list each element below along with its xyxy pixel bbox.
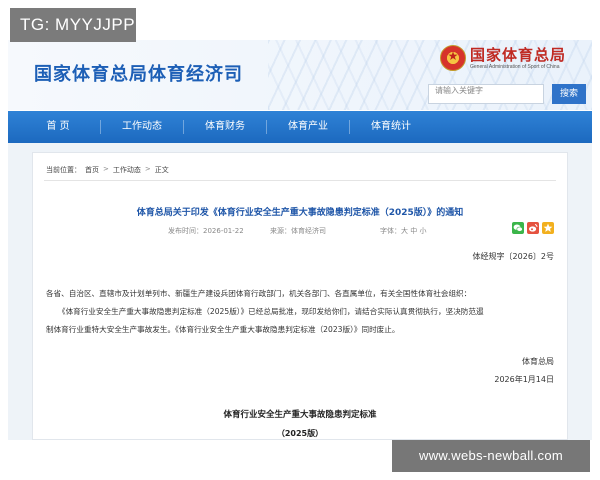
article-paragraph: 制体育行业重特大安全生产事故发生。《体育行业安全生产重大事故隐患判定标准（202… [46, 325, 400, 334]
font-size-switcher[interactable]: 字体：大 中 小 [380, 226, 426, 236]
main-nav: 首 页 工作动态 体育财务 体育产业 体育统计 [8, 111, 592, 143]
article-paragraph: 《体育行业安全生产重大事故隐患判定标准（2025版）》已经总局批准，现印发给你们… [58, 307, 484, 316]
watermark-url: www.webs-newball.com [392, 440, 590, 472]
search-input[interactable]: 请输入关键字 [428, 84, 544, 104]
breadcrumb-divider [44, 180, 556, 181]
site-title[interactable]: 国家体育总局体育经济司 [34, 60, 243, 86]
nav-item-sports-statistics[interactable]: 体育统计 [350, 111, 432, 143]
breadcrumb-home-link[interactable]: 首页 [85, 165, 99, 175]
article-paragraph: 各省、自治区、直辖市及计划单列市、新疆生产建设兵团体育行政部门，机关各部门、各直… [46, 289, 472, 298]
logo-english-text: General Administration of Sport of China [470, 64, 560, 70]
nav-item-sports-finance[interactable]: 体育财务 [184, 111, 266, 143]
logo-text[interactable]: 国家体育总局 [470, 44, 566, 65]
wechat-icon[interactable] [512, 222, 524, 234]
national-emblem-icon [440, 45, 466, 71]
annex-subtitle: （2025版） [276, 429, 324, 438]
breadcrumb-separator: > [103, 165, 109, 173]
search-button[interactable]: 搜索 [552, 84, 586, 104]
breadcrumb-current: 正文 [154, 166, 169, 174]
signing-date: 2026年1月14日 [494, 375, 554, 384]
site-header: 国家体育总局体育经济司 国家体育总局 General Administratio… [8, 40, 592, 110]
breadcrumb-news-link[interactable]: 工作动态 [113, 165, 141, 175]
weibo-icon[interactable] [527, 222, 539, 234]
overlay-tag: TG: MYYJJPP [10, 8, 136, 42]
breadcrumb-separator: > [144, 165, 151, 173]
nav-item-work-news[interactable]: 工作动态 [101, 111, 183, 143]
nav-item-sports-industry[interactable]: 体育产业 [267, 111, 349, 143]
signing-organization: 体育总局 [522, 357, 554, 366]
breadcrumb: 当前位置： 首页 > 工作动态 > 正文 [46, 165, 169, 175]
breadcrumb-label: 当前位置： [46, 166, 81, 174]
article-source: 来源：体育经济司 [270, 227, 326, 235]
publish-date: 发布时间：2026-01-22 [168, 227, 244, 235]
nav-item-home[interactable]: 首 页 [34, 111, 82, 143]
qzone-icon[interactable] [542, 222, 554, 234]
document-number: 体经规字〔2026〕2号 [472, 252, 554, 261]
article-title: 体育总局关于印发《体育行业安全生产重大事故隐患判定标准（2025版）》的通知 [136, 208, 464, 218]
annex-title: 体育行业安全生产重大事故隐患判定标准 [223, 410, 377, 420]
